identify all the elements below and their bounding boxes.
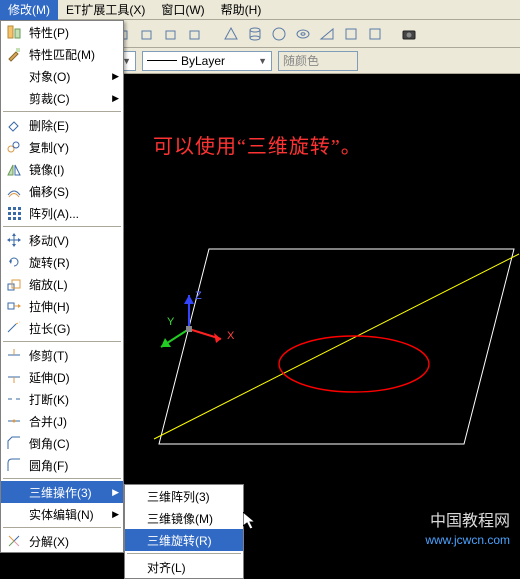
chevron-right-icon: ▶ xyxy=(112,93,119,104)
scale-icon xyxy=(5,275,23,293)
submenu-3d-rotate[interactable]: 三维旋转(R) xyxy=(125,529,243,551)
svg-text:Y: Y xyxy=(167,316,175,328)
menu-window[interactable]: 窗口(W) xyxy=(153,0,212,20)
trim-icon xyxy=(5,346,23,364)
sphere-icon[interactable] xyxy=(268,23,290,45)
svg-text:Z: Z xyxy=(195,290,202,302)
menu-rotate[interactable]: 旋转(R) xyxy=(1,251,123,273)
menu-et-ext[interactable]: ET扩展工具(X) xyxy=(58,0,153,20)
solid-icon-1[interactable] xyxy=(340,23,362,45)
submenu-3d-array[interactable]: 三维阵列(3) xyxy=(125,485,243,507)
camera-icon[interactable] xyxy=(398,23,420,45)
matchprop-icon xyxy=(5,45,23,63)
submenu-3d-mirror[interactable]: 三维镜像(M) xyxy=(125,507,243,529)
menu-trim[interactable]: 修剪(T) xyxy=(1,344,123,366)
menu-move[interactable]: 移动(V) xyxy=(1,229,123,251)
break-icon xyxy=(5,390,23,408)
menu-explode[interactable]: 分解(X) xyxy=(1,530,123,552)
wedge-icon[interactable] xyxy=(316,23,338,45)
linetype-combo-2[interactable]: ByLayer ▼ xyxy=(142,51,272,71)
move-icon xyxy=(5,231,23,249)
fillet-icon xyxy=(5,456,23,474)
cursor-icon xyxy=(243,512,259,532)
mirror-icon xyxy=(5,160,23,178)
color-combo[interactable]: 随颜色 xyxy=(278,51,358,71)
box-icon-5[interactable] xyxy=(160,23,182,45)
menu-join[interactable]: 合并(J) xyxy=(1,410,123,432)
rotate-icon xyxy=(5,253,23,271)
menu-object[interactable]: 对象(O)▶ xyxy=(1,65,123,87)
menu-matchprop[interactable]: 特性匹配(M) xyxy=(1,43,123,65)
modify-menu: 特性(P) 特性匹配(M) 对象(O)▶ 剪裁(C)▶ 删除(E) 复制(Y) … xyxy=(0,20,124,553)
menu-chamfer[interactable]: 倒角(C) xyxy=(1,432,123,454)
cone-icon[interactable] xyxy=(220,23,242,45)
watermark-title: 中国教程网 xyxy=(430,507,510,531)
submenu-align[interactable]: 对齐(L) xyxy=(125,556,243,578)
chevron-right-icon: ▶ xyxy=(112,509,119,520)
line-sample-icon xyxy=(147,60,177,61)
menu-solid-edit[interactable]: 实体编辑(N)▶ xyxy=(1,503,123,525)
3d-operation-submenu: 三维阵列(3) 三维镜像(M) 三维旋转(R) 对齐(L) xyxy=(124,484,244,579)
menu-3d-operation[interactable]: 三维操作(3)▶ xyxy=(1,481,123,503)
properties-icon xyxy=(5,23,23,41)
annotation-text: 可以使用“三维旋转”。 xyxy=(153,130,362,159)
menu-separator xyxy=(3,478,121,479)
svg-text:X: X xyxy=(227,330,235,342)
menu-scale[interactable]: 缩放(L) xyxy=(1,273,123,295)
lengthen-icon xyxy=(5,319,23,337)
explode-icon xyxy=(5,532,23,550)
menu-separator xyxy=(3,341,121,342)
combo-value-2: ByLayer xyxy=(181,54,225,68)
watermark-url: www.jcwcn.com xyxy=(425,533,510,547)
box-icon-6[interactable] xyxy=(184,23,206,45)
chevron-down-icon: ▼ xyxy=(258,56,267,66)
menu-array[interactable]: 阵列(A)... xyxy=(1,202,123,224)
menu-mirror[interactable]: 镜像(I) xyxy=(1,158,123,180)
chevron-right-icon: ▶ xyxy=(112,487,119,498)
menu-copy[interactable]: 复制(Y) xyxy=(1,136,123,158)
menu-extend[interactable]: 延伸(D) xyxy=(1,366,123,388)
menu-fillet[interactable]: 圆角(F) xyxy=(1,454,123,476)
offset-icon xyxy=(5,182,23,200)
extend-icon xyxy=(5,368,23,386)
menu-lengthen[interactable]: 拉长(G) xyxy=(1,317,123,339)
torus-icon[interactable] xyxy=(292,23,314,45)
solid-icon-2[interactable] xyxy=(364,23,386,45)
menu-separator xyxy=(3,226,121,227)
menu-separator xyxy=(127,553,241,554)
menu-offset[interactable]: 偏移(S) xyxy=(1,180,123,202)
box-icon-4[interactable] xyxy=(136,23,158,45)
menu-stretch[interactable]: 拉伸(H) xyxy=(1,295,123,317)
chamfer-icon xyxy=(5,434,23,452)
cylinder-icon[interactable] xyxy=(244,23,266,45)
menu-erase[interactable]: 删除(E) xyxy=(1,114,123,136)
copy-icon xyxy=(5,138,23,156)
join-icon xyxy=(5,412,23,430)
menu-separator xyxy=(3,111,121,112)
menu-help[interactable]: 帮助(H) xyxy=(213,0,270,20)
menubar: 修改(M) ET扩展工具(X) 窗口(W) 帮助(H) xyxy=(0,0,520,20)
combo-value-color: 随颜色 xyxy=(283,52,319,69)
menu-modify[interactable]: 修改(M) xyxy=(0,0,58,20)
stretch-icon xyxy=(5,297,23,315)
menu-properties[interactable]: 特性(P) xyxy=(1,21,123,43)
menu-break[interactable]: 打断(K) xyxy=(1,388,123,410)
array-icon xyxy=(5,204,23,222)
menu-separator xyxy=(3,527,121,528)
menu-clip[interactable]: 剪裁(C)▶ xyxy=(1,87,123,109)
chevron-right-icon: ▶ xyxy=(112,71,119,82)
erase-icon xyxy=(5,116,23,134)
